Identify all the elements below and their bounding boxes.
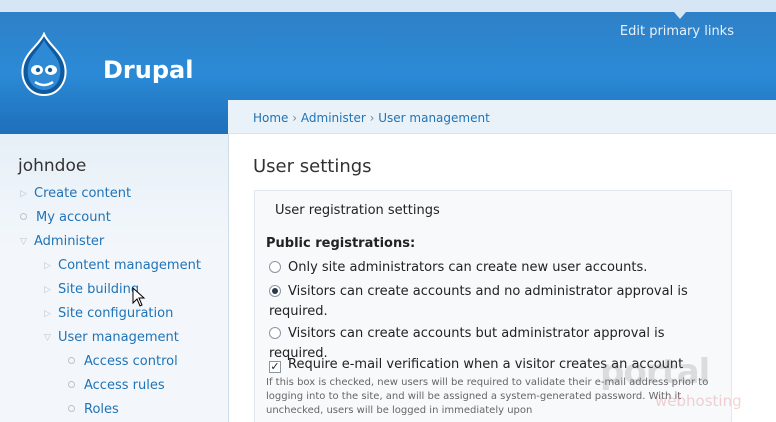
triangle-right-icon: ▷	[44, 285, 51, 295]
fieldset-legend[interactable]: User registration settings	[266, 203, 449, 218]
breadcrumb-administer[interactable]: Administer	[301, 111, 366, 125]
triangle-down-icon: ▽	[20, 237, 27, 247]
public-registrations-label: Public registrations:	[266, 236, 416, 251]
breadcrumb-separator: ›	[369, 111, 375, 125]
sidebar-item-access-rules[interactable]: Access rules	[68, 378, 165, 393]
circle-bullet-icon	[68, 381, 75, 388]
radio-button-selected[interactable]	[269, 285, 281, 297]
circle-bullet-icon	[68, 405, 75, 412]
triangle-down-icon: ▽	[44, 333, 51, 343]
sidebar-item-label: Create content	[34, 186, 132, 201]
watermark-subtext: webhosting	[655, 392, 742, 410]
top-strip	[0, 0, 776, 12]
sidebar-item-create-content[interactable]: ▷ Create content	[20, 186, 131, 201]
breadcrumb-user-management[interactable]: User management	[378, 111, 490, 125]
page-title: User settings	[253, 156, 372, 177]
sidebar-item-my-account[interactable]: My account	[20, 210, 111, 225]
sidebar-item-label: Site building	[58, 282, 140, 297]
page: Edit primary links Drupal johndoe ▷ Creat…	[0, 0, 776, 422]
radio-button[interactable]	[269, 327, 281, 339]
triangle-right-icon: ▷	[44, 309, 51, 319]
sidebar-item-label: Access rules	[84, 378, 165, 393]
sidebar-item-roles[interactable]: Roles	[68, 402, 119, 417]
sidebar-item-label: Content management	[58, 258, 201, 273]
edit-primary-links-link[interactable]: Edit primary links	[620, 24, 734, 39]
circle-bullet-icon	[20, 213, 27, 220]
sidebar-item-label: Administer	[34, 234, 105, 249]
sidebar-item-label: User management	[58, 330, 179, 345]
sidebar-item-site-building[interactable]: ▷ Site building	[44, 282, 139, 297]
sidebar-item-user-management[interactable]: ▽ User management	[44, 330, 179, 345]
sidebar-item-access-control[interactable]: Access control	[68, 354, 178, 369]
triangle-right-icon: ▷	[20, 189, 27, 199]
sidebar-username: johndoe	[18, 156, 87, 176]
breadcrumb-separator: ›	[292, 111, 298, 125]
radio-option-visitors-no-approval[interactable]: Visitors can create accounts and no admi…	[269, 282, 689, 322]
drupal-logo-icon[interactable]	[18, 32, 70, 98]
breadcrumb-home[interactable]: Home	[253, 111, 288, 125]
radio-button[interactable]	[269, 261, 281, 273]
circle-bullet-icon	[68, 357, 75, 364]
watermark-text: portal	[600, 352, 710, 392]
site-name[interactable]: Drupal	[103, 56, 193, 84]
sidebar-item-site-configuration[interactable]: ▷ Site configuration	[44, 306, 173, 321]
triangle-right-icon: ▷	[44, 261, 51, 271]
sidebar-item-label: Site configuration	[58, 306, 174, 321]
sidebar-item-label: My account	[36, 210, 111, 225]
checkmark-icon[interactable]: ✓	[269, 361, 281, 373]
radio-label: Visitors can create accounts and no admi…	[269, 284, 688, 319]
sidebar-item-label: Roles	[84, 402, 119, 417]
radio-option-admin-only[interactable]: Only site administrators can create new …	[269, 258, 719, 278]
breadcrumb: Home › Administer › User management	[253, 111, 490, 125]
sidebar-item-administer[interactable]: ▽ Administer	[20, 234, 104, 249]
sidebar-item-label: Access control	[84, 354, 178, 369]
sidebar-item-content-management[interactable]: ▷ Content management	[44, 258, 201, 273]
mouse-pointer-icon	[132, 287, 146, 307]
top-notch	[674, 12, 686, 19]
radio-label: Only site administrators can create new …	[288, 260, 648, 275]
